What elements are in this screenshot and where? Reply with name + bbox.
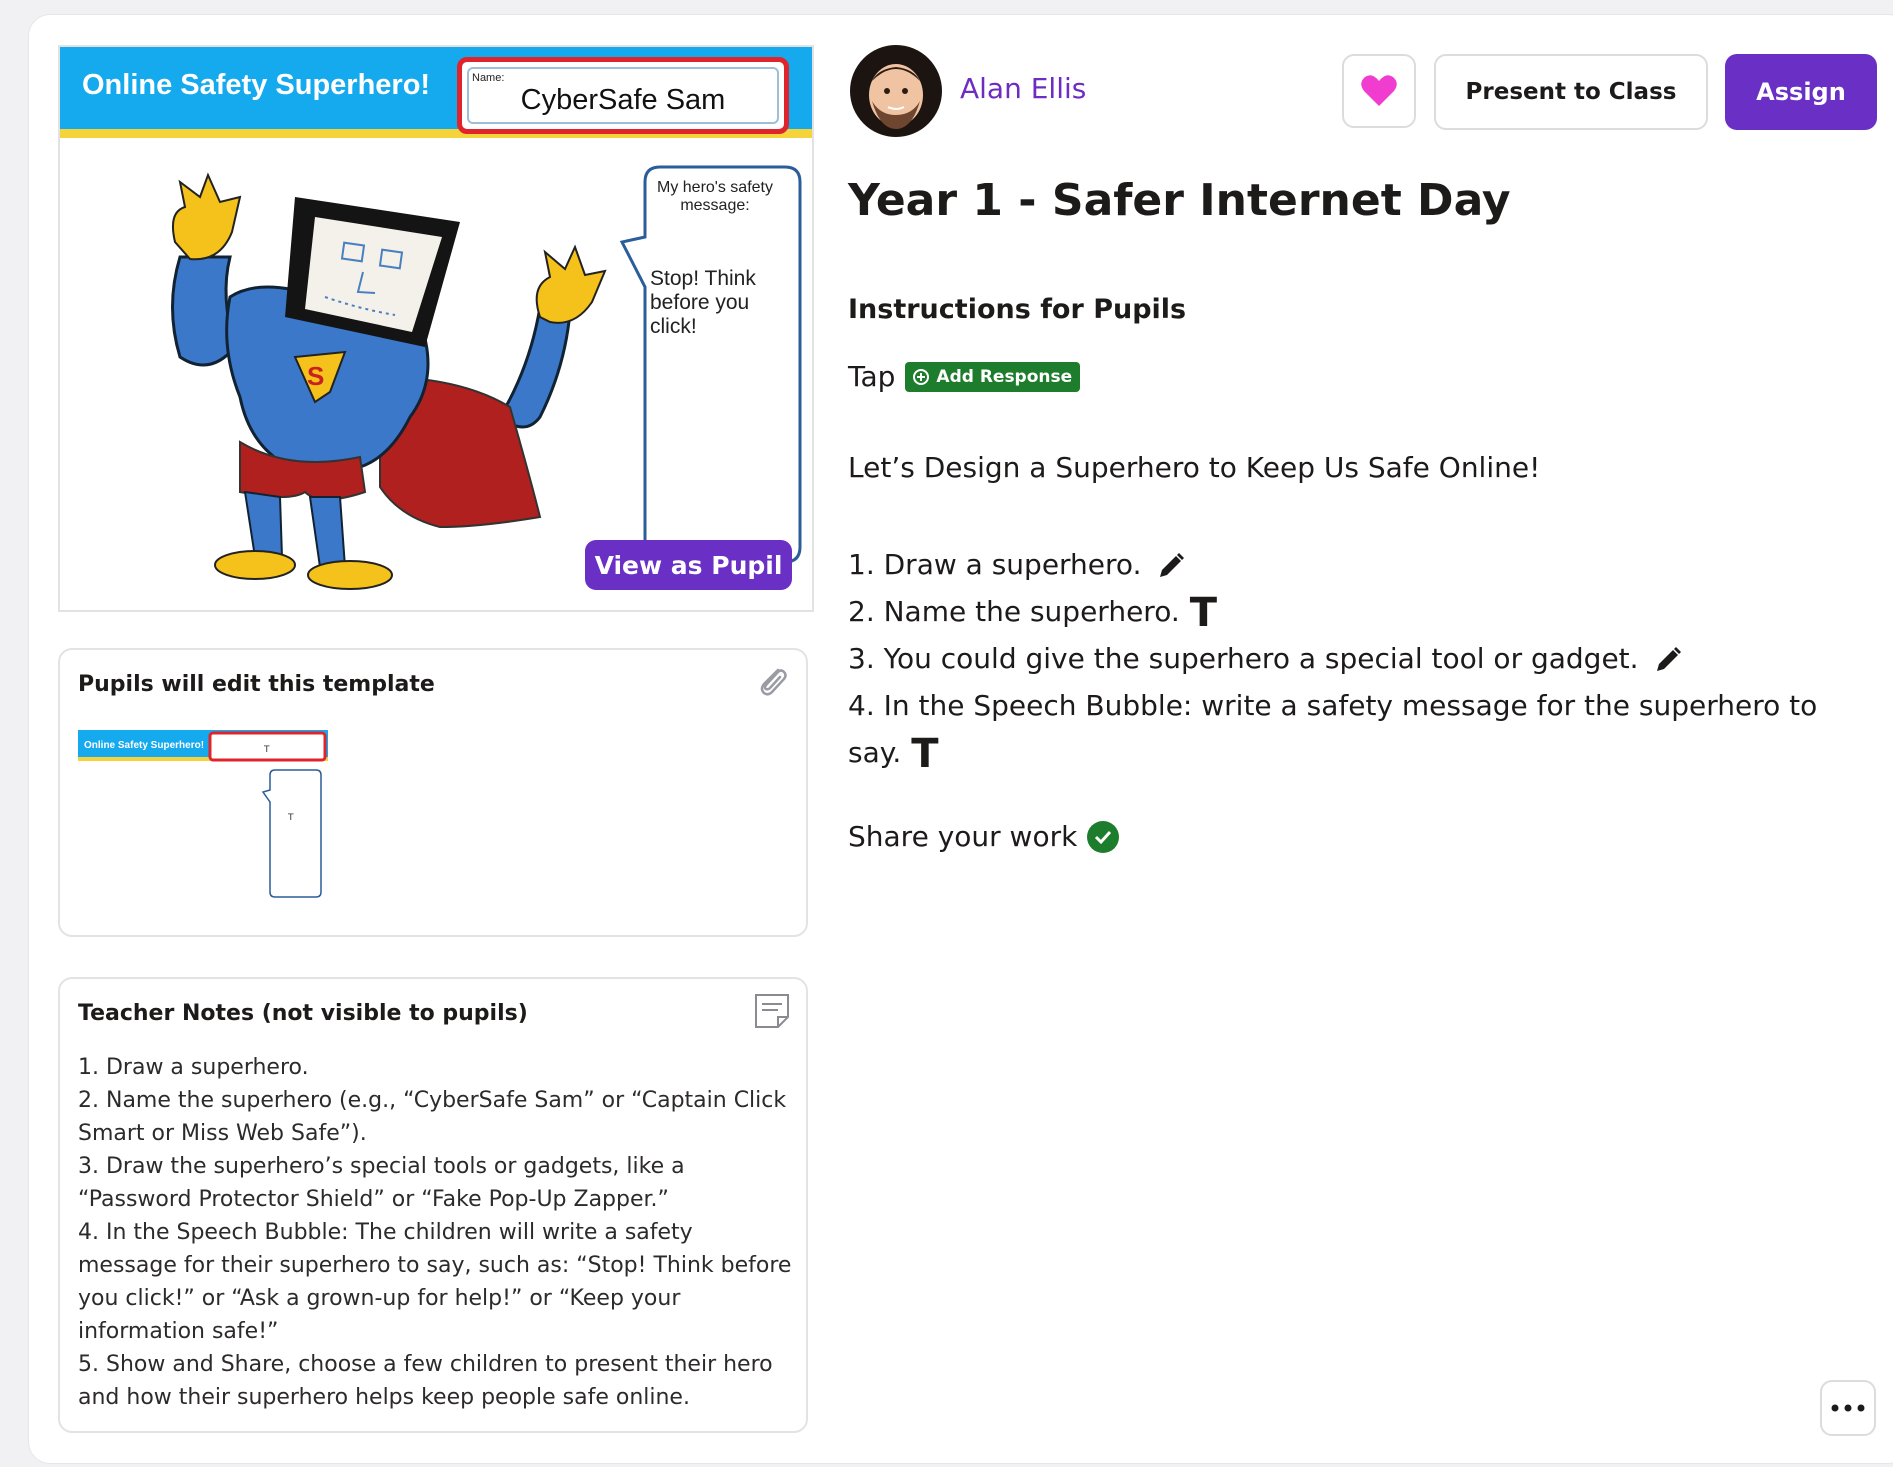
author-avatar[interactable] [850,45,942,137]
speech-bubble-label: My hero's safety message: [657,179,773,214]
teacher-note-line: 5. Show and Share, choose a few children… [78,1352,773,1410]
view-as-pupil-button[interactable]: View as Pupil [585,540,792,590]
favorite-button[interactable] [1342,54,1416,128]
pencil-icon [1657,647,1682,671]
svg-text:T: T [287,813,294,823]
author-name-link[interactable]: Alan Ellis [960,72,1086,105]
add-circle-icon [913,368,930,385]
pencil-icon [1160,553,1185,577]
more-icon [1831,1404,1865,1412]
svg-text:T: T [263,745,270,755]
teacher-notes-title: Teacher Notes (not visible to pupils) [78,1001,528,1026]
teacher-note-line: 4. In the Speech Bubble: The children wi… [78,1220,792,1344]
lesson-intro: Let’s Design a Superhero to Keep Us Safe… [848,451,1541,484]
instruction-steps: 1. Draw a superhero. 2. Name the superhe… [848,541,1868,776]
assign-button[interactable]: Assign [1725,54,1877,130]
teacher-notes-body: 1. Draw a superhero. 2. Name the superhe… [78,1051,798,1414]
text-icon: T [1189,590,1218,636]
teacher-note-line: 2. Name the superhero (e.g., “CyberSafe … [78,1088,787,1146]
text-icon: T [911,731,939,777]
speech-bubble-text: Stop! Think before you click! [650,267,756,338]
instructions-heading: Instructions for Pupils [848,294,1187,325]
teacher-note-line: 1. Draw a superhero. [78,1055,309,1080]
share-your-work: Share your work [848,820,1120,853]
teacher-note-line: 3. Draw the superhero’s special tools or… [78,1154,685,1212]
lesson-title: Year 1 - Safer Internet Day [848,175,1511,226]
template-panel-title: Pupils will edit this template [78,672,435,697]
thumbnail-banner-title: Online Safety Superhero! [84,740,204,751]
template-thumbnail[interactable]: Online Safety Superhero! T T [78,730,338,910]
paperclip-icon [760,668,787,696]
add-response-label: Add Response [936,366,1073,387]
instruction-step: 4. In the Speech Bubble: write a safety … [848,689,1818,777]
tap-label: Tap [848,360,896,393]
instruction-step: 1. Draw a superhero. [848,541,1868,588]
check-icon [1087,820,1120,853]
add-response-badge: Add Response [905,361,1081,392]
heart-icon [1361,75,1397,106]
tap-instruction: Tap Add Response [848,360,1081,393]
activity-preview[interactable]: Online Safety Superhero! Name: CyberSafe… [58,45,814,612]
svg-text:S: S [307,361,324,391]
instruction-step: 2. Name the superhero. T [848,590,1218,636]
more-options-button[interactable] [1820,1380,1876,1436]
teacher-notes-panel: Teacher Notes (not visible to pupils) 1.… [58,977,808,1433]
instruction-step: 3. You could give the superhero a specia… [848,635,1868,682]
template-panel[interactable]: Pupils will edit this template Online Sa… [58,648,808,937]
present-to-class-button[interactable]: Present to Class [1434,54,1708,130]
note-icon[interactable] [752,991,792,1031]
share-label: Share your work [848,820,1078,853]
